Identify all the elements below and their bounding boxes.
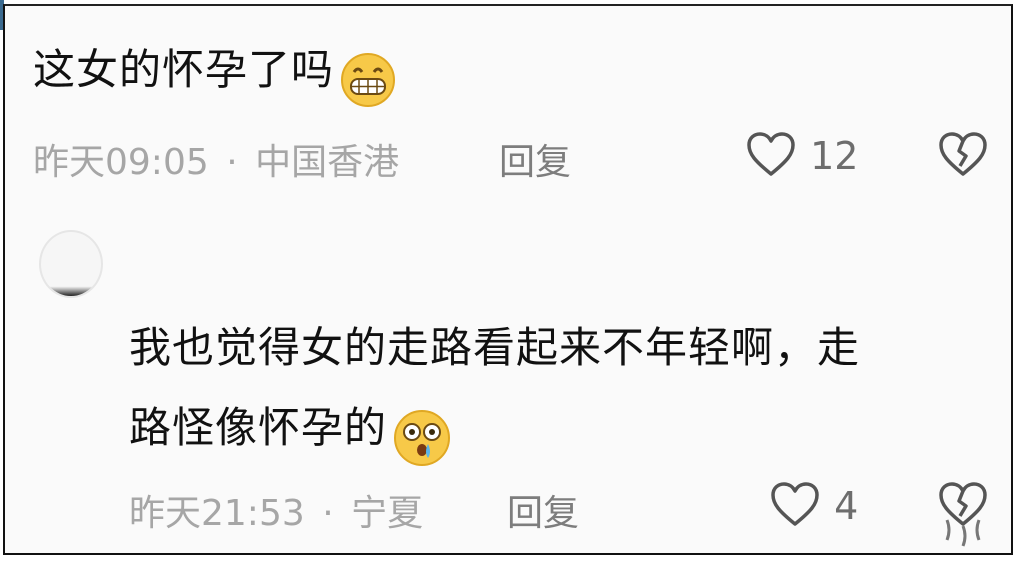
astonished-face-emoji bbox=[392, 408, 452, 468]
comment-2-like-count: 4 bbox=[834, 484, 859, 528]
heart-outline-icon bbox=[745, 130, 797, 182]
comment-1-body: 这女的怀孕了吗 bbox=[33, 36, 397, 109]
comment-2-text-line-2: 路怪像怀孕的 bbox=[129, 403, 388, 452]
commenter-avatar[interactable] bbox=[39, 230, 103, 298]
comment-2-meta: 昨天21:53 · 宁夏 bbox=[129, 484, 423, 536]
comment-1-time: 昨天09:05 bbox=[33, 142, 209, 183]
comment-2-like-button[interactable]: 4 bbox=[769, 480, 858, 532]
comment-1-meta: 昨天09:05 · 中国香港 bbox=[33, 133, 399, 185]
comment-1-separator: · bbox=[226, 142, 238, 183]
comment-2-separator: · bbox=[322, 493, 334, 534]
broken-heart-icon bbox=[937, 132, 989, 182]
comment-1-like-count: 12 bbox=[810, 134, 859, 178]
comment-2-dislike-button[interactable] bbox=[937, 480, 989, 554]
comment-2-text-line-1: 我也觉得女的走路看起来不年轻啊，走 bbox=[129, 323, 861, 372]
heart-outline-icon bbox=[769, 480, 821, 532]
comment-2-reply-button[interactable]: 回复 bbox=[507, 484, 579, 536]
grinning-face-emoji bbox=[339, 51, 397, 109]
comment-2-time: 昨天21:53 bbox=[129, 493, 305, 534]
broken-heart-icon bbox=[937, 482, 989, 554]
comment-panel: 这女的怀孕了吗 昨天09:05 · 中国香港 回复 12 我也觉得女的走路看起来… bbox=[3, 4, 1013, 555]
comment-2-line-2: 路怪像怀孕的 bbox=[129, 394, 452, 468]
comment-1-text: 这女的怀孕了吗 bbox=[33, 45, 335, 94]
comment-1-location: 中国香港 bbox=[255, 142, 400, 183]
comment-1-reply-button[interactable]: 回复 bbox=[499, 133, 571, 185]
comment-1-like-button[interactable]: 12 bbox=[745, 130, 858, 182]
comment-2-location: 宁夏 bbox=[351, 493, 424, 534]
comment-1-dislike-button[interactable] bbox=[937, 130, 989, 182]
